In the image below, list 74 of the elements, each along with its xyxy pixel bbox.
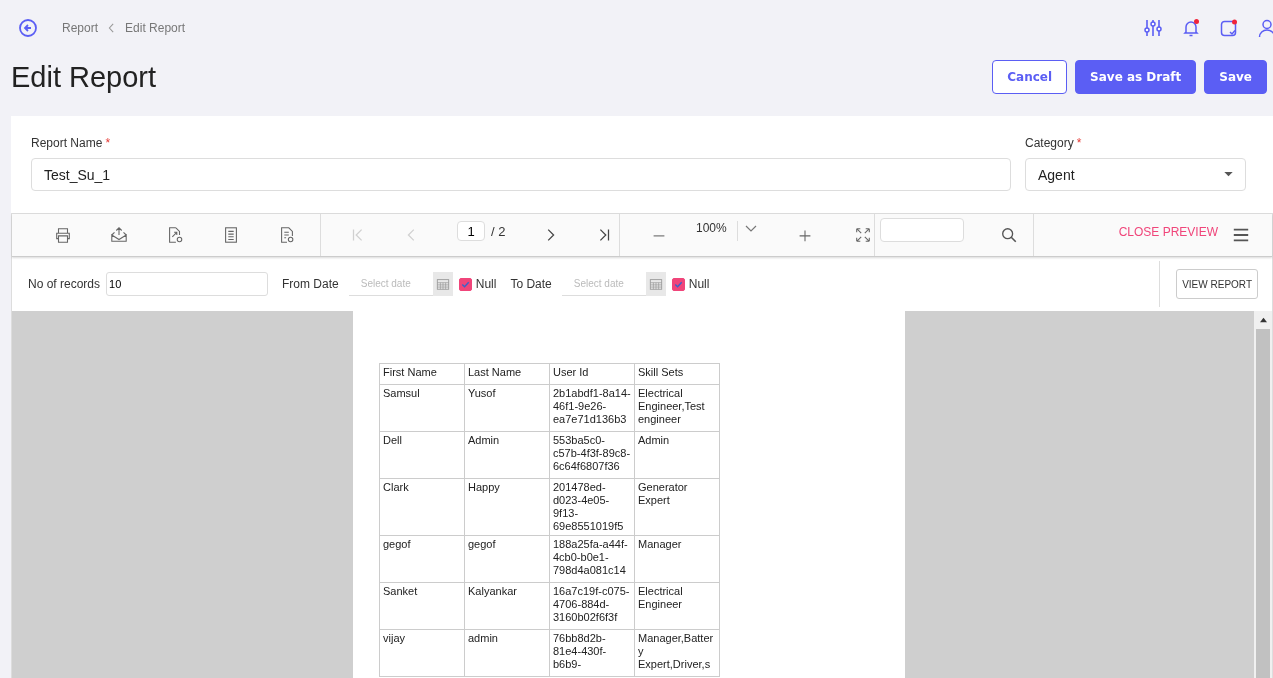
field-label: Report Name [31,136,103,150]
table-cell: Manager,Battery Expert,Driver,s [634,629,720,677]
table-cell: Sanket [379,582,465,630]
breadcrumb-link[interactable]: Report [62,21,99,35]
table-cell: 188a25fa-a44f-4cb0-b0e1-798d4a081c14 [549,535,635,583]
table-cell: Electrical Engineer [634,582,720,630]
calendar-icon [648,277,663,291]
table-cell: Yusof [464,384,550,432]
table-cell: admin [464,629,550,677]
caret-icon [1224,172,1233,177]
breadcrumb-link[interactable]: Edit Report [125,21,186,35]
file-settings-icon[interactable] [278,226,296,244]
chevron-down-icon[interactable] [743,224,758,234]
action-button[interactable]: Cancel [992,60,1068,94]
calendar-icon [435,277,450,291]
menu-icon[interactable] [1232,226,1250,244]
column-header: First Name [379,363,465,385]
action-button[interactable]: Save [1204,60,1267,94]
table-cell: 553ba5c0-c57b-4f3f-89c8-6c64f6807f36 [549,431,635,479]
action-button[interactable]: Save as Draft [1075,60,1197,94]
table-cell: 2b1abdf1-8a14-46f1-9e26-ea7e71d136b3 [549,384,635,432]
column-header: User Id [549,363,635,385]
table-cell: vijay [379,629,465,677]
table-cell: Dell [379,431,465,479]
checkbox-label: Null [688,277,710,291]
field-label: Category [1025,136,1074,150]
table-cell: Samsul [379,384,465,432]
table-cell: Admin [634,431,720,479]
page-number-field[interactable]: 1 [457,221,485,241]
file-gear-icon[interactable] [166,226,184,244]
calendar-check-icon[interactable] [1219,18,1239,38]
document-icon[interactable] [222,226,240,244]
table-cell: Kalyankar [464,582,550,630]
report-name-field[interactable]: Test_Su_1 [31,158,1011,191]
table-cell: gegof [379,535,465,583]
required-mark: * [105,136,111,150]
param-label: No of records [28,277,101,291]
table-cell: Manager [634,535,720,583]
table-cell: Admin [464,431,550,479]
param-label: From Date [282,277,339,291]
sliders-icon[interactable] [1143,18,1163,38]
table-cell: 201478ed-d023-4e05-9f13-69e8551019f5 [549,478,635,536]
search-field[interactable] [880,218,964,242]
search-icon[interactable] [1000,226,1018,244]
page-total: / 2 [491,223,506,239]
export-icon[interactable] [110,226,128,244]
checkbox-label: Null [475,277,497,291]
table-cell: 16a7c19f-c075-4706-884d-3160b02f6f3f [549,582,635,630]
null-checkbox[interactable] [671,277,685,291]
scrollbar[interactable] [1254,311,1272,678]
close-preview-link[interactable]: CLOSE PREVIEW [1118,225,1218,239]
column-header: Skill Sets [634,363,720,385]
column-header: Last Name [464,363,550,385]
table-cell: Happy [464,478,550,536]
bell-icon[interactable] [1181,18,1201,38]
zoom-level[interactable]: 100% [696,221,738,241]
table-cell: gegof [464,535,550,583]
table-cell: Generator Expert [634,478,720,536]
back-icon[interactable] [18,18,38,38]
table-cell: Electrical Engineer,Test engineer [634,384,720,432]
table-cell: 76bb8d2b-81e4-430f-b6b9- [549,629,635,677]
print-icon[interactable] [54,226,72,244]
view-report-button[interactable]: VIEW REPORT [1176,269,1258,299]
user-icon[interactable] [1257,18,1273,38]
table-cell: Clark [379,478,465,536]
required-mark: * [1076,136,1082,150]
param-label: To Date [510,277,552,291]
page-title: Edit Report [11,60,157,94]
scroll-up-icon[interactable] [1258,316,1268,323]
records-field[interactable]: 10 [106,272,269,296]
chevron-icon [108,23,116,33]
fullscreen-icon[interactable] [853,226,872,244]
null-checkbox[interactable] [458,277,472,291]
category-dropdown[interactable]: Agent [1025,158,1246,191]
